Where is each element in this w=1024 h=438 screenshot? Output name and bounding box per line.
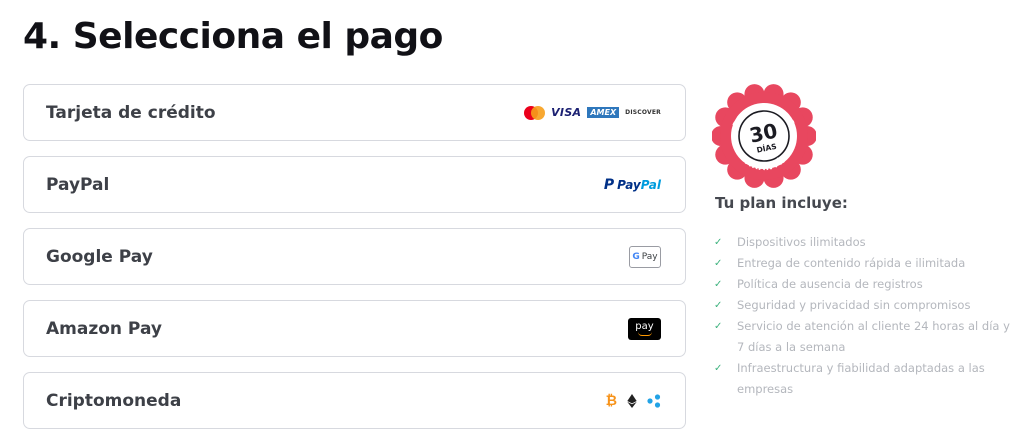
payment-option-label: Amazon Pay xyxy=(46,318,162,339)
plan-feature-item: ✓ Entrega de contenido rápida e ilimitada xyxy=(714,253,1014,274)
paypal-logo: P PayPal xyxy=(603,176,661,193)
plan-feature-item: ✓ Política de ausencia de registros xyxy=(714,274,1014,295)
plan-feature-item: ✓ Seguridad y privacidad sin compromisos xyxy=(714,295,1014,316)
plan-feature-text: Seguridad y privacidad sin compromisos xyxy=(737,298,971,312)
check-icon: ✓ xyxy=(714,237,723,248)
payment-option-label: PayPal xyxy=(46,174,110,195)
plan-feature-text: Servicio de atención al cliente 24 horas… xyxy=(737,319,1010,354)
money-back-guarantee-badge: REEMBOLSO GARANTÍA 30 DÍAS xyxy=(712,84,816,188)
crypto-logos: ₿ xyxy=(606,392,661,409)
payment-option-label: Tarjeta de crédito xyxy=(46,102,216,123)
mastercard-logo xyxy=(524,105,546,120)
plan-feature-item: ✓ Servicio de atención al cliente 24 hora… xyxy=(714,316,1014,358)
ripple-icon xyxy=(647,393,661,408)
payment-section: 4. Selecciona el pago Tarjeta de crédito… xyxy=(0,0,1024,438)
plan-feature-text: Dispositivos ilimitados xyxy=(737,235,866,249)
plan-feature-text: Política de ausencia de registros xyxy=(737,277,923,291)
plan-features-list: ✓ Dispositivos ilimitados ✓ Entrega de cont… xyxy=(714,232,1014,400)
payment-option-crypto[interactable]: Criptomoneda ₿ xyxy=(23,372,686,429)
bitcoin-icon: ₿ xyxy=(605,393,617,409)
plan-title: Tu plan incluye: xyxy=(715,194,848,212)
plan-feature-item: ✓ Infraestructura y fiabilidad adaptadas … xyxy=(714,358,1014,400)
page-title: 4. Selecciona el pago xyxy=(23,16,443,57)
plan-feature-text: Entrega de contenido rápida e ilimitada xyxy=(737,256,966,270)
plan-feature-item: ✓ Dispositivos ilimitados xyxy=(714,232,1014,253)
plan-feature-text: Infraestructura y fiabilidad adaptadas a… xyxy=(737,361,985,396)
google-pay-logo: G Pay xyxy=(629,245,661,268)
check-icon: ✓ xyxy=(714,258,723,269)
check-icon: ✓ xyxy=(714,279,723,290)
payment-option-google-pay[interactable]: Google Pay G Pay xyxy=(23,228,686,285)
payment-option-label: Criptomoneda xyxy=(46,390,182,411)
discover-logo: DISCOVER xyxy=(625,109,661,116)
visa-logo: VISA xyxy=(551,106,582,119)
amazon-pay-logo: pay xyxy=(628,317,661,340)
payment-method-list: Tarjeta de crédito VISA AMEX DISCOVER Pa… xyxy=(23,84,686,438)
payment-option-label: Google Pay xyxy=(46,246,153,267)
check-icon: ✓ xyxy=(714,300,723,311)
ethereum-icon xyxy=(627,393,637,408)
payment-option-credit-card[interactable]: Tarjeta de crédito VISA AMEX DISCOVER xyxy=(23,84,686,141)
check-icon: ✓ xyxy=(714,321,723,332)
check-icon: ✓ xyxy=(714,363,723,374)
card-logos: VISA AMEX DISCOVER xyxy=(524,105,661,120)
amex-logo: AMEX xyxy=(587,107,620,118)
payment-option-paypal[interactable]: PayPal P PayPal xyxy=(23,156,686,213)
payment-option-amazon-pay[interactable]: Amazon Pay pay xyxy=(23,300,686,357)
